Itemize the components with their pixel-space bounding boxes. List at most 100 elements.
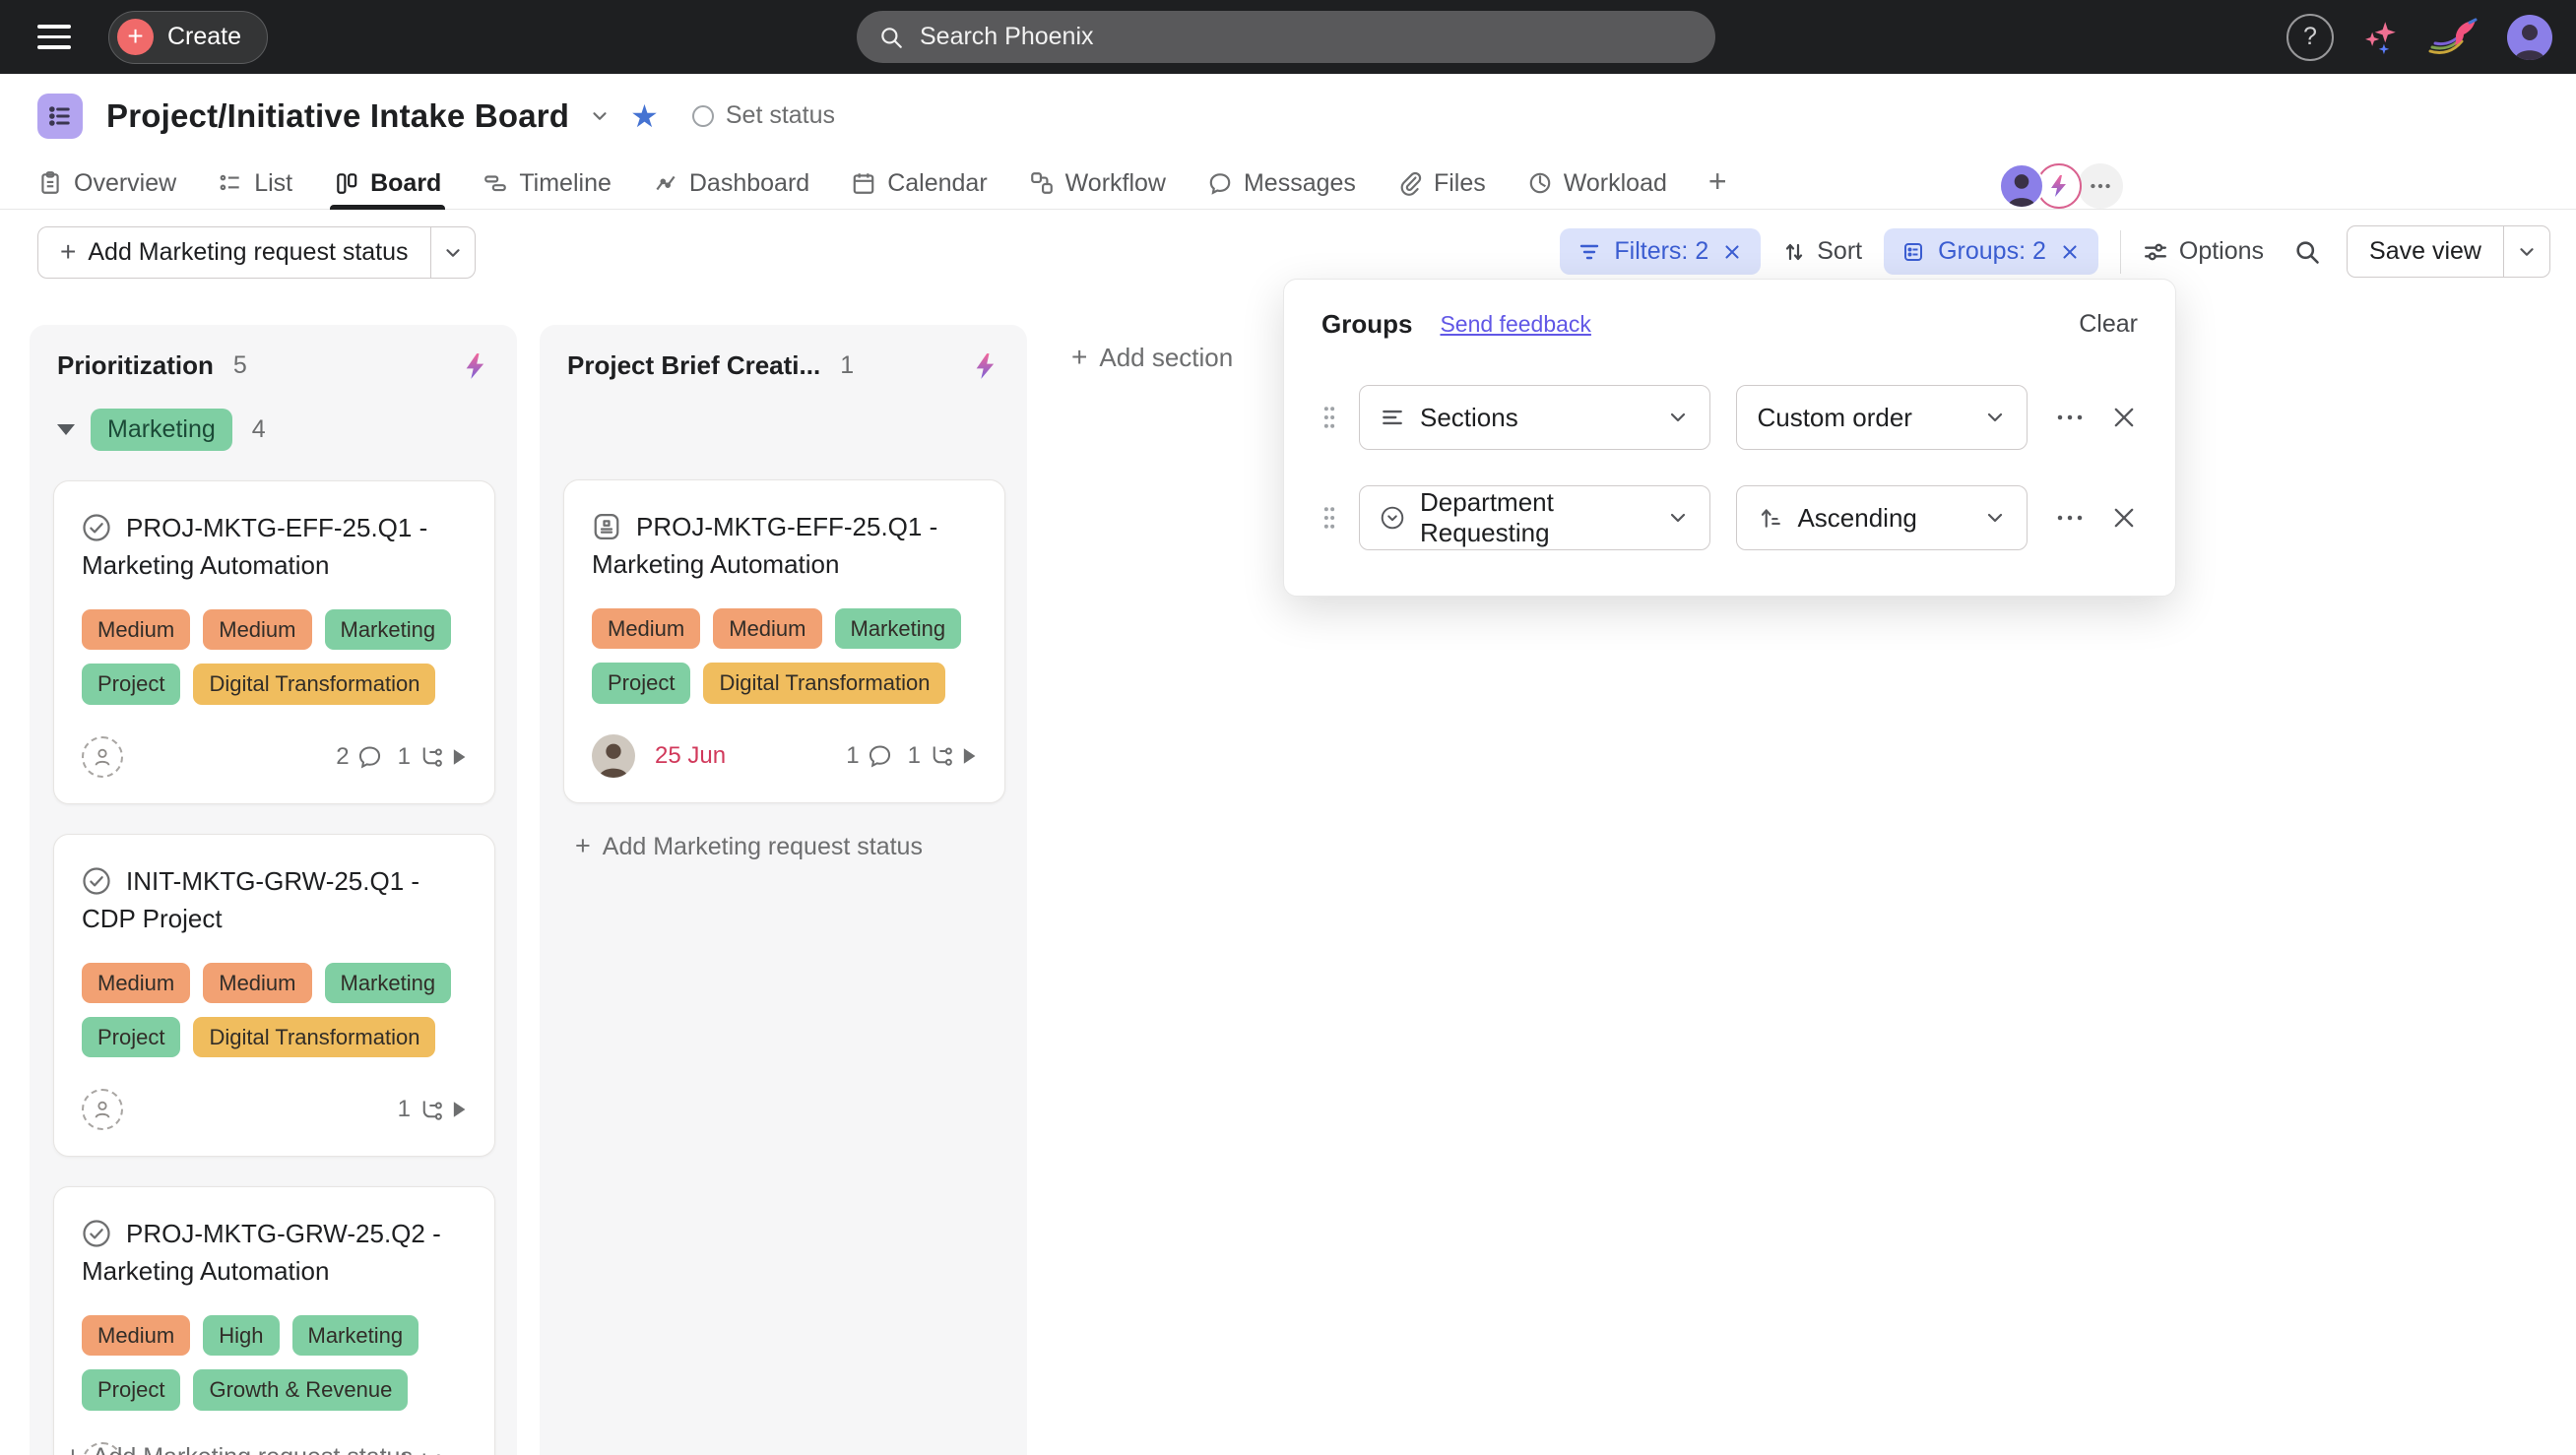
chevron-down-icon <box>1666 406 1690 429</box>
tab-files[interactable]: Files <box>1397 158 1486 209</box>
automation-bolt-icon[interactable] <box>462 352 489 380</box>
tab-overview[interactable]: Overview <box>37 158 176 209</box>
card-title: PROJ-MKTG-GRW-25.Q2 - Marketing Automati… <box>82 1215 467 1290</box>
tag[interactable]: Medium <box>82 963 190 1003</box>
drag-handle-icon[interactable] <box>1321 503 1337 533</box>
task-card[interactable]: PROJ-MKTG-GRW-25.Q2 - Marketing Automati… <box>53 1186 495 1455</box>
tag[interactable]: Digital Transformation <box>193 664 435 704</box>
tag[interactable]: Medium <box>203 609 311 650</box>
tag[interactable]: Marketing <box>835 608 962 649</box>
save-view-button[interactable]: Save view <box>2348 226 2503 277</box>
task-card[interactable]: PROJ-MKTG-EFF-25.Q1 - Marketing Automati… <box>53 480 495 804</box>
tab-workflow[interactable]: Workflow <box>1029 158 1166 209</box>
groups-label: Groups: 2 <box>1938 237 2046 266</box>
tab-messages[interactable]: Messages <box>1207 158 1356 209</box>
sort-button[interactable]: Sort <box>1782 237 1862 266</box>
sort-label: Sort <box>1817 237 1862 266</box>
add-card-button[interactable]: + Add Marketing request status <box>575 833 1027 861</box>
assignee-placeholder-icon[interactable] <box>82 1089 123 1130</box>
tag[interactable]: Medium <box>592 608 700 649</box>
tag[interactable]: Medium <box>203 963 311 1003</box>
tag[interactable]: Marketing <box>325 609 452 650</box>
send-feedback-link[interactable]: Send feedback <box>1440 311 1590 338</box>
tab-dashboard[interactable]: Dashboard <box>653 158 809 209</box>
options-button[interactable]: Options <box>2143 237 2264 266</box>
tag[interactable]: Project <box>82 1017 180 1057</box>
hamburger-menu-icon[interactable] <box>37 18 77 57</box>
board-search-icon[interactable] <box>2293 238 2321 266</box>
search-input[interactable] <box>918 22 1694 52</box>
tab-list[interactable]: List <box>218 158 292 209</box>
tag[interactable]: Medium <box>82 609 190 650</box>
groups-clear-icon[interactable] <box>2059 241 2081 263</box>
add-status-label: Add Marketing request status <box>88 238 408 267</box>
tag[interactable]: Project <box>592 663 690 703</box>
automation-bolt-icon[interactable] <box>972 352 999 380</box>
tab-timeline[interactable]: Timeline <box>483 158 612 209</box>
options-label: Options <box>2179 237 2264 266</box>
drag-handle-icon[interactable] <box>1321 403 1337 432</box>
assignee-avatar[interactable] <box>592 734 635 778</box>
tab-calendar[interactable]: Calendar <box>851 158 987 209</box>
set-status-button[interactable]: Set status <box>692 101 835 130</box>
add-section-button[interactable]: + Add section <box>1071 343 1233 373</box>
expand-subtasks-icon[interactable] <box>451 1101 467 1118</box>
expand-subtasks-icon[interactable] <box>451 748 467 766</box>
phoenix-logo-icon[interactable] <box>2426 16 2481 59</box>
help-button[interactable]: ? <box>2286 14 2334 61</box>
title-chevron-down-icon[interactable] <box>589 105 611 127</box>
tag[interactable]: Medium <box>82 1315 190 1356</box>
check-circle-icon[interactable] <box>82 866 111 896</box>
global-search[interactable] <box>857 11 1715 63</box>
filters-clear-icon[interactable] <box>1721 241 1743 263</box>
row-more-button[interactable] <box>2055 503 2085 533</box>
check-circle-icon[interactable] <box>82 1219 111 1248</box>
expand-subtasks-icon[interactable] <box>961 747 977 765</box>
ai-sparkles-icon[interactable] <box>2359 17 2401 58</box>
tag[interactable]: High <box>203 1315 279 1356</box>
column-prioritization: Prioritization 5 Marketing 4 PROJ-MKTG-E… <box>30 325 517 1455</box>
due-date[interactable]: 25 Jun <box>655 742 726 770</box>
check-circle-icon[interactable] <box>82 513 111 542</box>
group-pill[interactable]: Marketing <box>91 409 232 451</box>
column-title[interactable]: Prioritization <box>57 350 214 381</box>
group-field-select[interactable]: Sections <box>1359 385 1710 450</box>
create-button[interactable]: + Create <box>108 11 268 64</box>
remove-row-button[interactable] <box>2110 404 2138 431</box>
tag[interactable]: Project <box>82 1369 180 1410</box>
clear-groups-button[interactable]: Clear <box>2079 310 2138 339</box>
task-card[interactable]: PROJ-MKTG-EFF-25.Q1 - Marketing Automati… <box>563 479 1005 803</box>
tag[interactable]: Marketing <box>325 963 452 1003</box>
add-status-dropdown-button[interactable] <box>430 227 475 278</box>
task-card[interactable]: INIT-MKTG-GRW-25.Q1 -CDP Project Medium … <box>53 834 495 1158</box>
remove-row-button[interactable] <box>2110 504 2138 532</box>
add-status-button[interactable]: + Add Marketing request status <box>38 227 430 278</box>
filters-pill[interactable]: Filters: 2 <box>1560 228 1761 275</box>
add-tab-button[interactable]: + <box>1708 163 1727 200</box>
group-order-select[interactable]: Ascending <box>1736 485 2028 550</box>
save-view-dropdown-button[interactable] <box>2503 226 2549 277</box>
tag[interactable]: Growth & Revenue <box>193 1369 408 1410</box>
user-avatar[interactable] <box>2507 15 2552 60</box>
approval-stamp-icon[interactable] <box>592 512 621 541</box>
tag[interactable]: Marketing <box>292 1315 419 1356</box>
tag[interactable]: Digital Transformation <box>703 663 945 703</box>
tag[interactable]: Digital Transformation <box>193 1017 435 1057</box>
tab-workload[interactable]: Workload <box>1527 158 1667 209</box>
add-card-button[interactable]: + Add Marketing request status <box>65 1443 413 1455</box>
group-order-select[interactable]: Custom order <box>1736 385 2028 450</box>
row-more-button[interactable] <box>2055 403 2085 432</box>
tag[interactable]: Medium <box>713 608 821 649</box>
group-field-select[interactable]: Department Requesting <box>1359 485 1710 550</box>
more-options-button[interactable] <box>2078 163 2123 209</box>
member-avatar[interactable] <box>1999 163 2044 209</box>
column-title[interactable]: Project Brief Creati... <box>567 350 820 381</box>
status-circle-icon <box>692 105 714 127</box>
project-list-icon[interactable] <box>37 94 83 139</box>
tab-board[interactable]: Board <box>334 158 441 209</box>
assignee-placeholder-icon[interactable] <box>82 736 123 778</box>
groups-pill[interactable]: Groups: 2 <box>1884 228 2098 275</box>
favorite-star-icon[interactable]: ★ <box>630 100 659 132</box>
collapse-triangle-icon[interactable] <box>57 424 75 435</box>
tag[interactable]: Project <box>82 664 180 704</box>
